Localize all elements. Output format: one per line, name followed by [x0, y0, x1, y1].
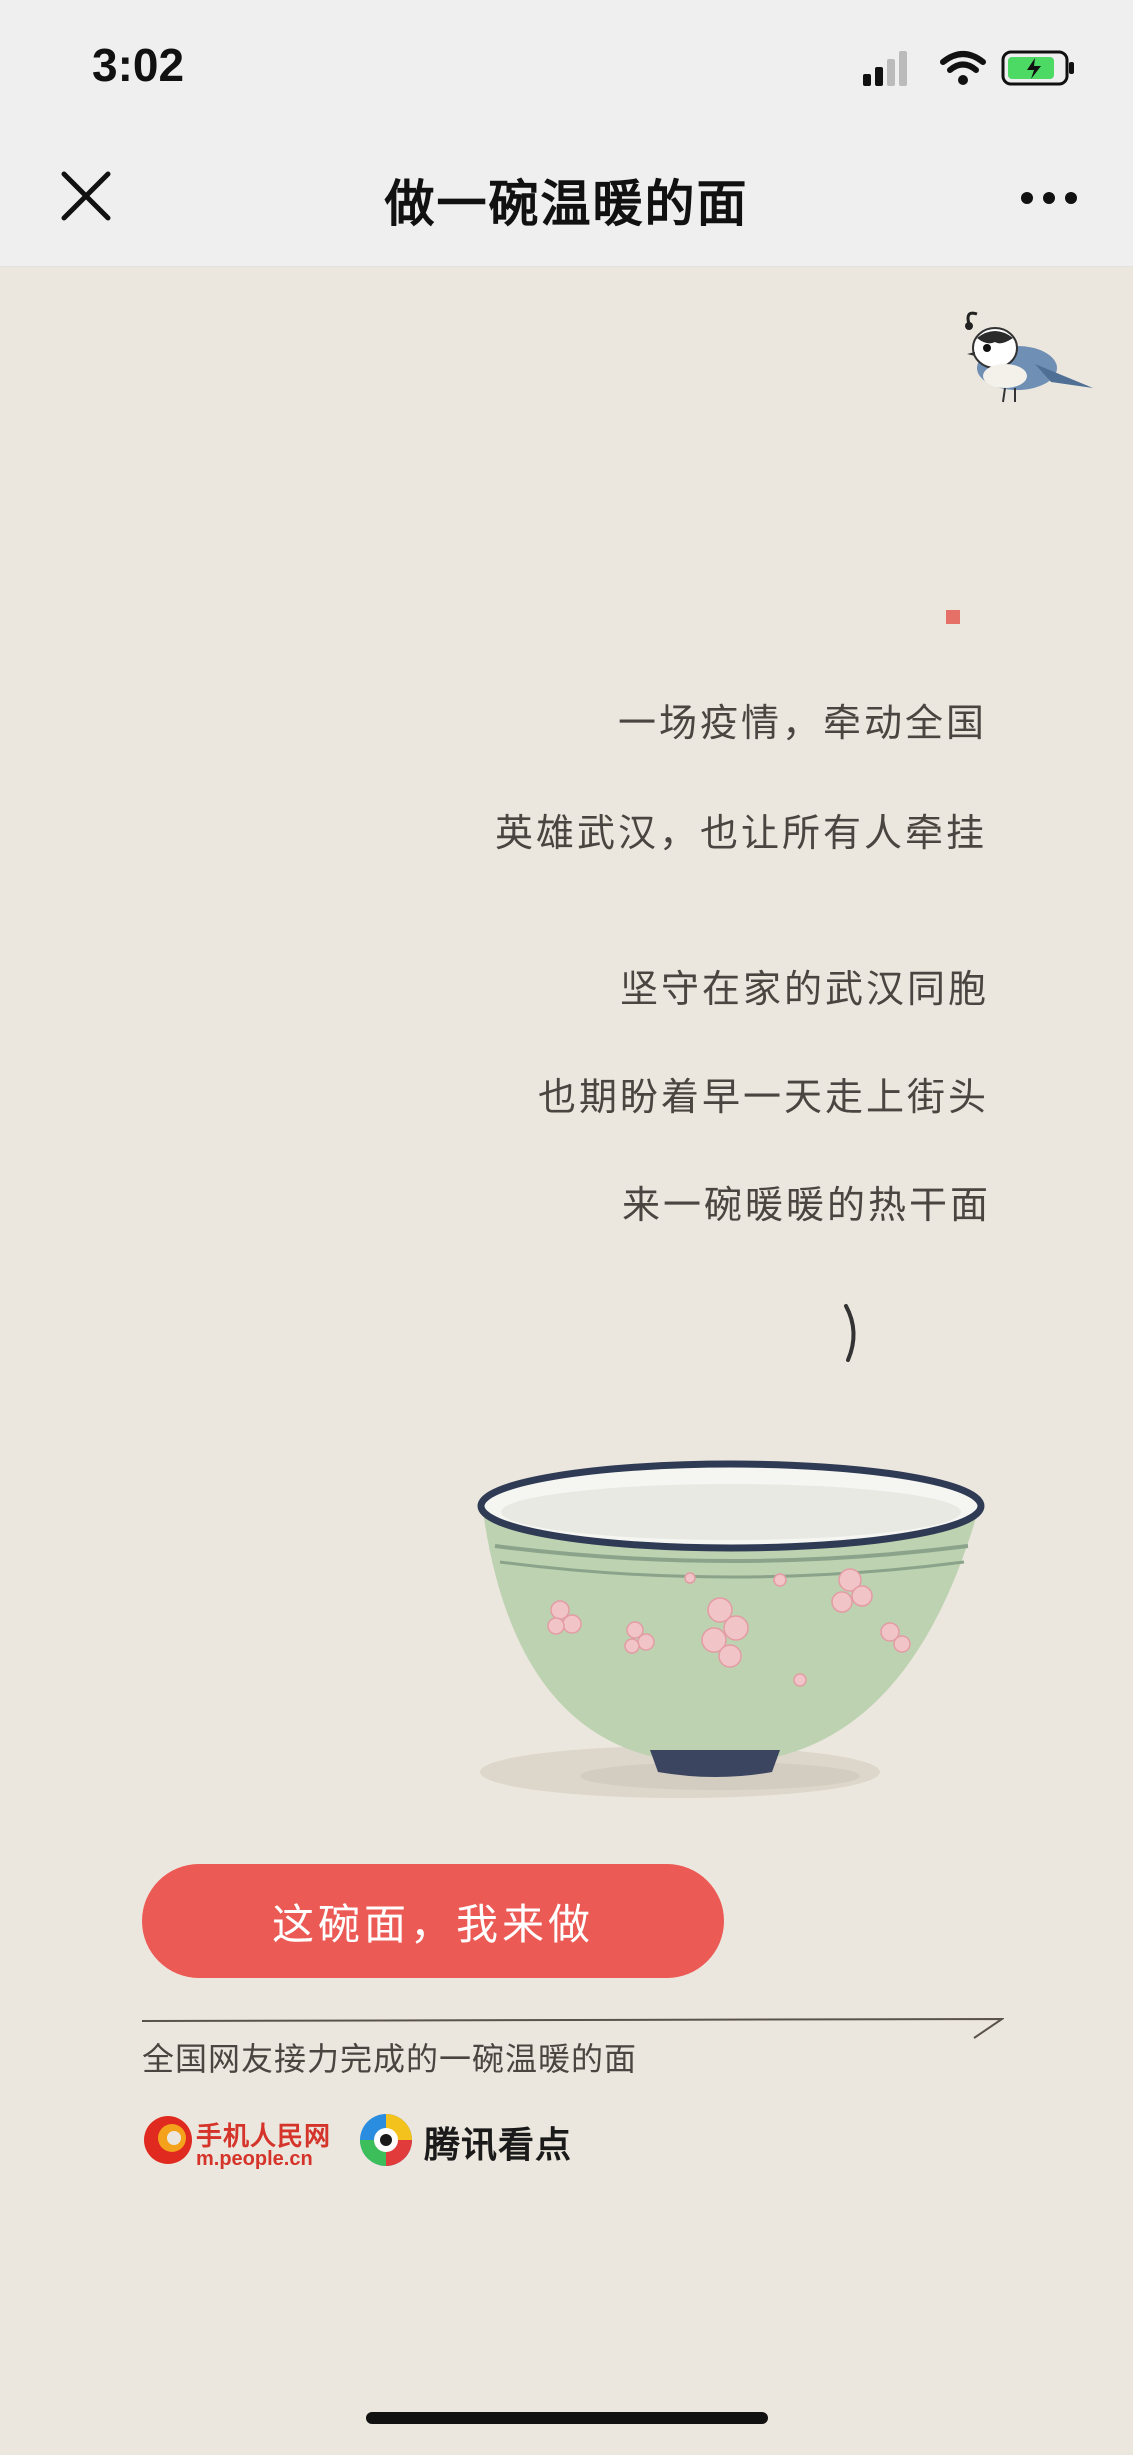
bird-icon [965, 311, 1093, 403]
bowl-illustration [477, 1460, 985, 1798]
signal-icon [863, 51, 907, 86]
people-logo-url: m.people.cn [196, 2148, 313, 2170]
steam-icon [844, 1304, 856, 1362]
decoration-dot [946, 610, 960, 624]
poem-line-5: 来一碗暖暖的热干面 [621, 1183, 991, 1227]
status-icons [863, 50, 1074, 86]
poem-line-1: 一场疫情，牵动全国 [617, 701, 987, 745]
tencent-logo-text: 腾讯看点 [424, 2125, 573, 2166]
poem-line-4: 也期盼着早一天走上街头 [537, 1075, 989, 1119]
status-time: 3:02 [92, 39, 185, 91]
footer-caption: 全国网友接力完成的一碗温暖的面 [142, 2040, 638, 2078]
people-logo-icon [144, 2116, 192, 2164]
poem-line-3: 坚守在家的武汉同胞 [619, 967, 989, 1011]
tencent-logo-icon [360, 2114, 412, 2166]
wifi-icon [940, 51, 986, 85]
home-indicator[interactable] [366, 2412, 768, 2424]
more-icon[interactable] [1019, 188, 1079, 208]
poem-line-2: 英雄武汉，也让所有人牵挂 [494, 811, 987, 855]
make-noodle-button[interactable]: 这碗面，我来做 [142, 1864, 724, 1978]
battery-icon [1001, 50, 1074, 86]
page-title: 做一碗温暖的面 [384, 175, 749, 233]
